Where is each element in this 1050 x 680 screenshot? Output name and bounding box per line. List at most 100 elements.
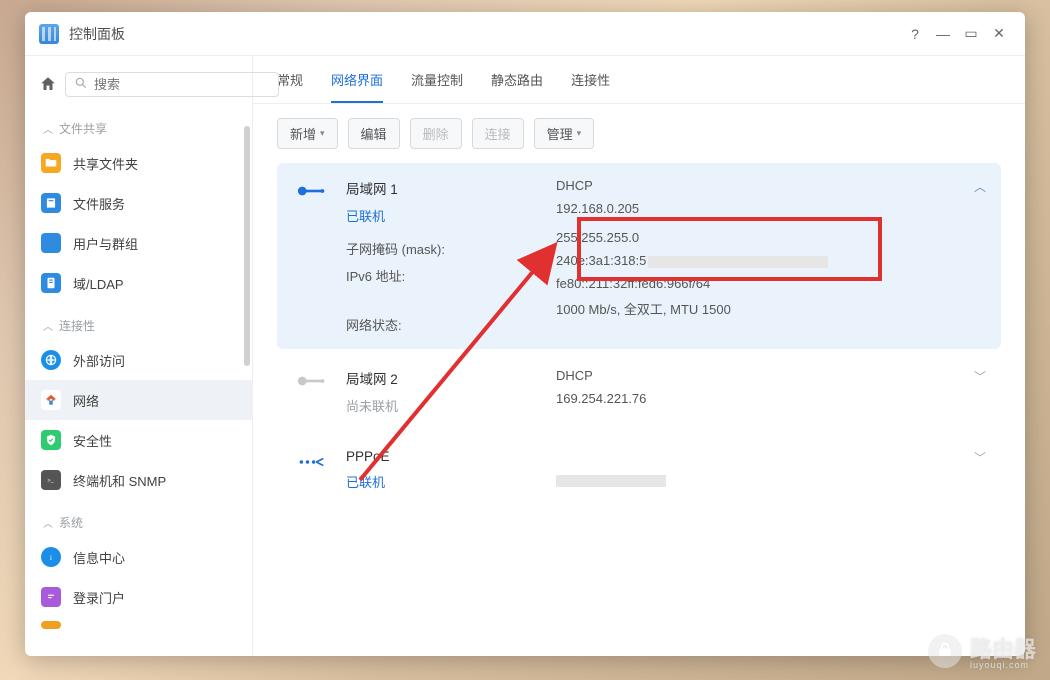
interface-ipv6-a: 240e:3a1:318:5 [556,253,984,268]
info-icon: i [41,547,61,567]
interface-status: 已联机 [346,472,556,491]
edit-button[interactable]: 编辑 [348,118,400,149]
chevron-up-icon: ︿ [43,121,53,136]
sidebar-item-label: 外部访问 [73,351,125,370]
network-icon [41,390,61,410]
chevron-up-icon: ︿ [43,515,53,530]
interface-type: DHCP [556,178,984,193]
interface-name: 局域网 1 [346,178,556,198]
interface-type: DHCP [556,368,984,383]
tab-interface[interactable]: 网络界面 [331,70,383,103]
sidebar-item-security[interactable]: 安全性 [25,420,252,460]
minimize-button[interactable]: — [929,20,957,48]
watermark-icon [928,634,962,668]
expand-toggle[interactable]: ﹀ [974,449,986,466]
portal-icon [41,587,61,607]
sidebar-item-label: 共享文件夹 [73,154,138,173]
search-icon [74,76,88,93]
sidebar-item-shared-folder[interactable]: 共享文件夹 [25,143,252,183]
group-header-fileshare[interactable]: ︿ 文件共享 [25,110,252,143]
collapse-toggle[interactable]: ︿ [974,178,986,195]
scrollbar-thumb[interactable] [244,126,250,366]
interface-row-lan2[interactable]: 局域网 2 尚未联机 DHCP 169.254.221.76 ﹀ [277,353,1001,430]
sidebar-item-users-groups[interactable]: 用户与群组 [25,223,252,263]
interface-row-lan1[interactable]: 局域网 1 已联机 子网掩码 (mask): IPv6 地址: 网络状态: DH… [277,163,1001,349]
lan-connected-icon [294,178,328,334]
sidebar-item-domain-ldap[interactable]: 域/LDAP [25,263,252,303]
terminal-icon: >_ [41,470,61,490]
svg-text:>_: >_ [48,478,54,484]
shield-icon [41,430,61,450]
connect-button[interactable]: 连接 [472,118,524,149]
label-netstatus: 网络状态: [346,315,556,334]
help-button[interactable]: ? [901,20,929,48]
caret-down-icon: ▾ [320,128,325,139]
caret-down-icon: ▾ [577,128,582,139]
group-header-system[interactable]: ︿ 系统 [25,504,252,537]
content-pane: 常规 网络界面 流量控制 静态路由 连接性 新增▾ 编辑 删除 连接 管理▾ [253,56,1025,656]
sidebar-item-info-center[interactable]: i 信息中心 [25,537,252,577]
add-button[interactable]: 新增▾ [277,118,338,149]
interface-type [556,449,984,464]
toolbar: 新增▾ 编辑 删除 连接 管理▾ [253,104,1025,163]
interface-status: 尚未联机 [346,396,556,415]
control-panel-window: 控制面板 ? — ▭ ✕ ︿ 文 [25,12,1025,656]
sidebar-item-network[interactable]: 网络 [25,380,252,420]
svg-text:i: i [50,553,52,562]
globe-icon [41,350,61,370]
delete-button[interactable]: 删除 [410,118,462,149]
sidebar-item-label: 登录门户 [73,588,125,607]
interface-row-pppoe[interactable]: PPPoE 已联机 ﹀ [277,434,1001,506]
sidebar-item-label: 安全性 [73,431,112,450]
chevron-up-icon: ︿ [43,318,53,333]
tab-traffic[interactable]: 流量控制 [411,70,463,103]
home-button[interactable] [39,70,57,98]
label-mask: 子网掩码 (mask): [346,239,556,258]
lan-disconnected-icon [294,368,328,415]
interface-ip-redacted [556,472,984,487]
maximize-button[interactable]: ▭ [957,20,985,48]
interface-netstatus: 1000 Mb/s, 全双工, MTU 1500 [556,299,984,318]
sidebar-item-label: 用户与群组 [73,234,138,253]
sidebar-item-login-portal[interactable]: 登录门户 [25,577,252,617]
watermark: 路由器 luyouqi.com [928,632,1036,670]
users-icon [41,233,61,253]
tab-general[interactable]: 常规 [277,70,303,103]
interface-status: 已联机 [346,206,556,225]
sidebar: ︿ 文件共享 共享文件夹 文件服务 [25,56,253,656]
search-field[interactable] [65,72,279,97]
interface-mask: 255.255.255.0 [556,230,984,245]
ldap-icon [41,273,61,293]
window-title: 控制面板 [69,24,125,44]
sidebar-item-label: 终端机和 SNMP [73,471,166,490]
file-service-icon [41,193,61,213]
titlebar: 控制面板 ? — ▭ ✕ [25,12,1025,56]
tabs: 常规 网络界面 流量控制 静态路由 连接性 [253,56,1025,104]
sidebar-item-more[interactable] [25,617,252,631]
expand-toggle[interactable]: ﹀ [974,368,986,385]
sidebar-item-terminal-snmp[interactable]: >_ 终端机和 SNMP [25,460,252,500]
tab-connectivity[interactable]: 连接性 [571,70,610,103]
interface-name: 局域网 2 [346,368,556,388]
sidebar-item-label: 域/LDAP [73,274,124,293]
tab-static-route[interactable]: 静态路由 [491,70,543,103]
interface-ip: 192.168.0.205 [556,201,984,216]
interface-list: 局域网 1 已联机 子网掩码 (mask): IPv6 地址: 网络状态: DH… [253,163,1025,510]
manage-button[interactable]: 管理▾ [534,118,595,149]
sidebar-item-label: 网络 [73,391,99,410]
search-input[interactable] [94,77,270,92]
pppoe-icon [294,449,328,491]
label-ipv6: IPv6 地址: [346,266,556,285]
folder-icon [41,153,61,173]
sidebar-item-label: 文件服务 [73,194,125,213]
group-header-connectivity[interactable]: ︿ 连接性 [25,307,252,340]
interface-name: PPPoE [346,449,556,464]
interface-ipv6-b: fe80::211:32ff:fed6:966f/64 [556,276,984,291]
app-icon [39,24,59,44]
more-icon [41,621,61,629]
sidebar-item-external-access[interactable]: 外部访问 [25,340,252,380]
interface-ip: 169.254.221.76 [556,391,984,406]
sidebar-item-label: 信息中心 [73,548,125,567]
close-button[interactable]: ✕ [985,20,1013,48]
sidebar-item-file-service[interactable]: 文件服务 [25,183,252,223]
